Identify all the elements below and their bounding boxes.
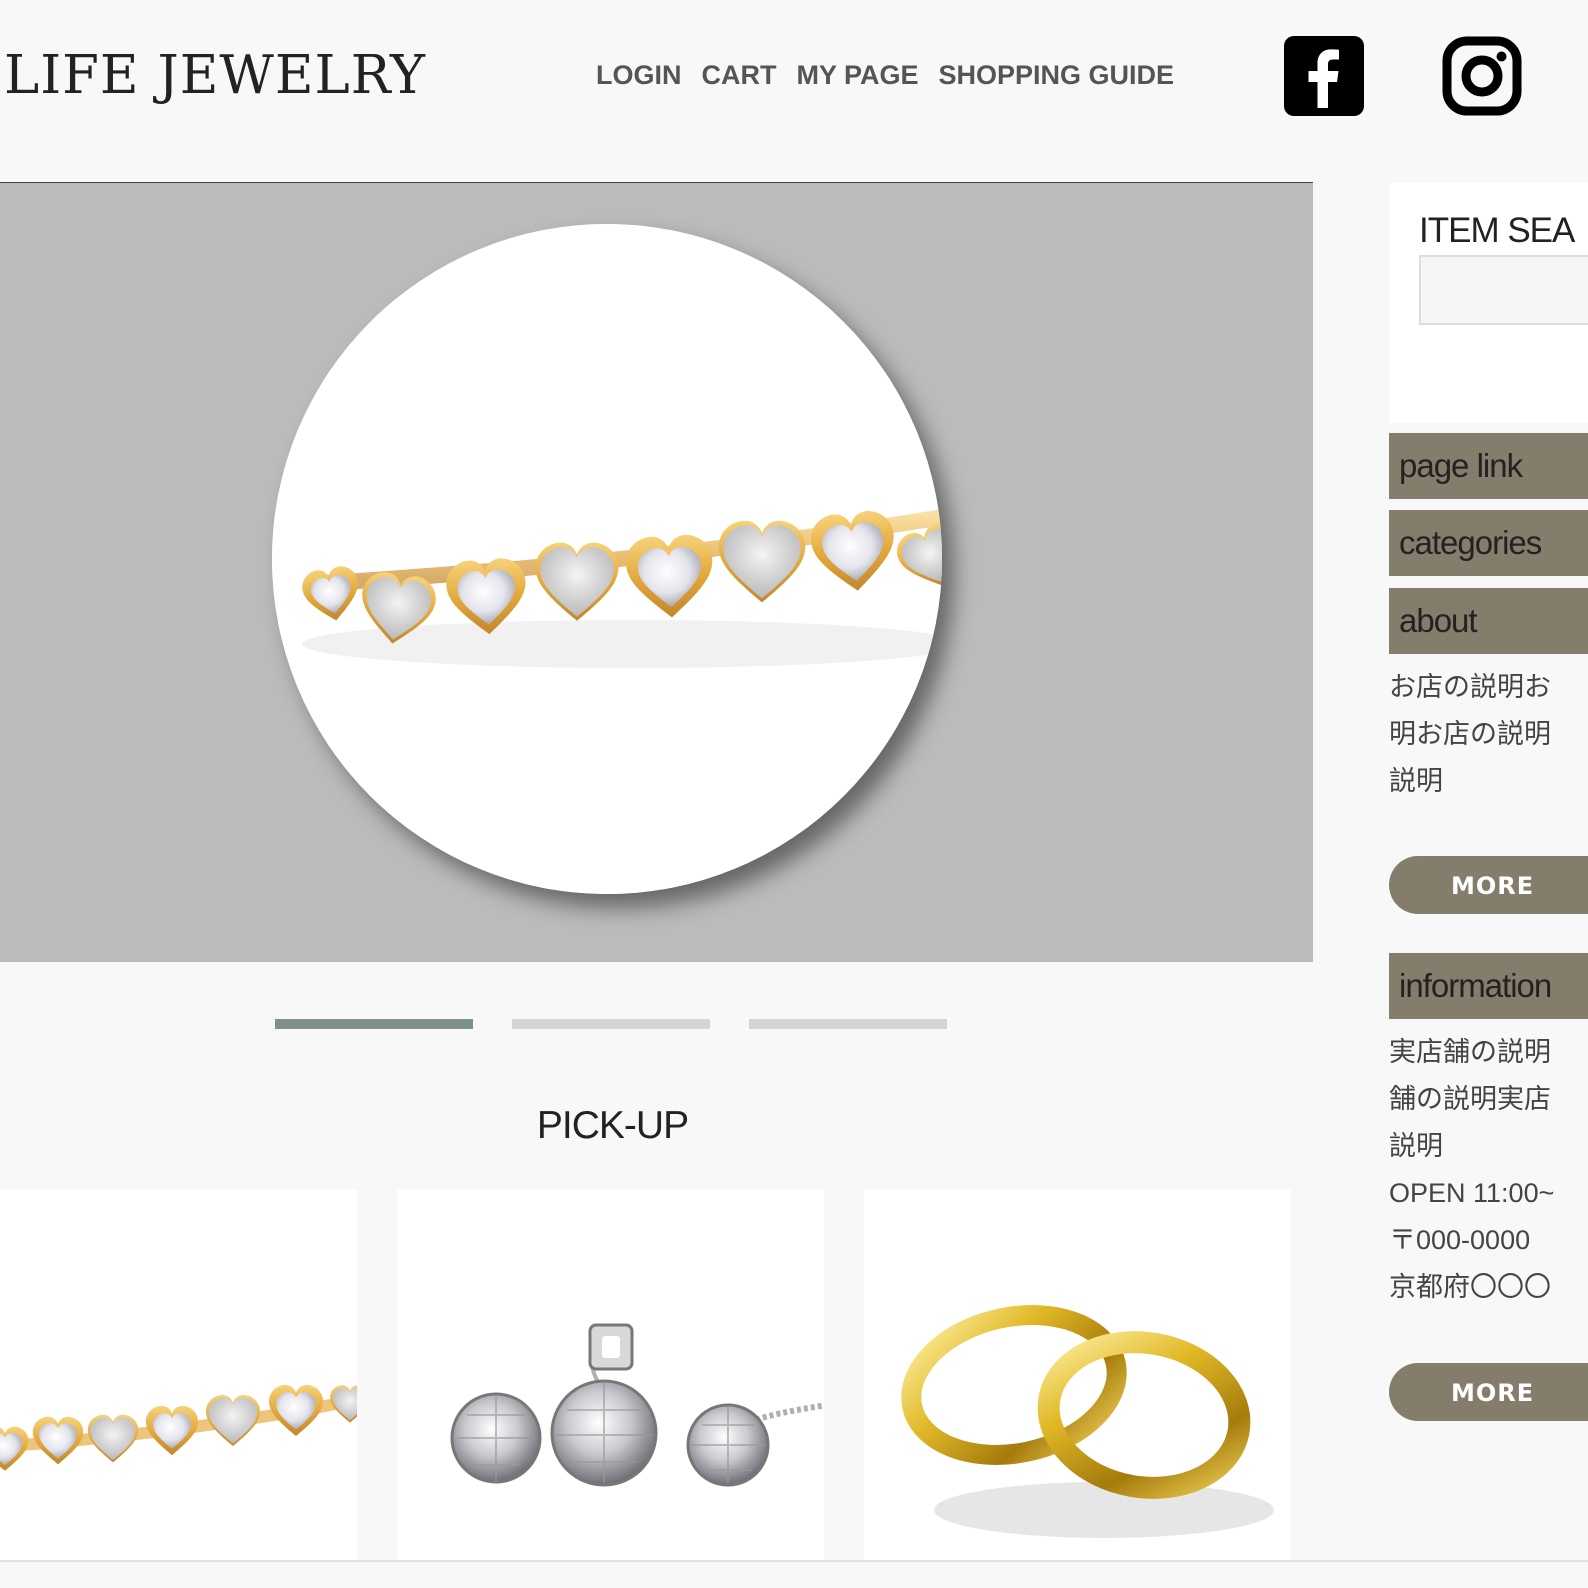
slide-indicator-1[interactable] — [275, 1019, 473, 1029]
slider-indicators — [275, 1019, 947, 1029]
information-line: 説明 — [1389, 1131, 1443, 1161]
about-line: 明お店の説明 — [1389, 719, 1551, 749]
item-search-panel: ITEM SEA — [1389, 183, 1588, 423]
nav-cart[interactable]: CART — [702, 58, 777, 92]
pickup-heading: PICK-UP — [536, 1104, 689, 1147]
nav-shopping-guide[interactable]: SHOPPING GUIDE — [939, 58, 1175, 92]
about-line: お店の説明お — [1389, 672, 1551, 702]
pickup-item-gold-rings[interactable] — [864, 1190, 1291, 1562]
categories-heading[interactable]: categories — [1389, 510, 1588, 576]
pickup-item-bracelet[interactable] — [0, 1190, 357, 1562]
facebook-icon[interactable] — [1284, 36, 1364, 116]
slide-indicator-2[interactable] — [512, 1019, 710, 1029]
instagram-icon[interactable] — [1442, 36, 1522, 116]
information-text: 実店舗の説明 舗の説明実店 説明 OPEN 11:00~ 〒000-0000 京… — [1389, 1029, 1588, 1311]
opening-hours: OPEN 11:00~ — [1389, 1178, 1555, 1208]
information-more-button[interactable]: MORE — [1389, 1363, 1588, 1421]
about-text: お店の説明お 明お店の説明 説明 — [1389, 664, 1588, 805]
nav-login[interactable]: LOGIN — [596, 58, 682, 92]
item-search-title: ITEM SEA — [1419, 211, 1575, 250]
page-link-heading[interactable]: page link — [1389, 433, 1588, 499]
address: 京都府〇〇〇 — [1389, 1272, 1551, 1302]
postal-code: 〒000-0000 — [1389, 1225, 1531, 1255]
item-search-input[interactable] — [1419, 255, 1588, 325]
about-more-button[interactable]: MORE — [1389, 856, 1588, 914]
pickup-item-diamond-set[interactable] — [397, 1190, 824, 1562]
nav-my-page[interactable]: MY PAGE — [797, 58, 919, 92]
about-heading: about — [1389, 588, 1588, 654]
site-logo[interactable]: LIFE JEWELRY — [4, 44, 426, 108]
information-heading: information — [1389, 953, 1588, 1019]
information-line: 舗の説明実店 — [1389, 1084, 1551, 1114]
hero-slider[interactable] — [0, 182, 1313, 962]
slide-indicator-3[interactable] — [749, 1019, 947, 1029]
about-line: 説明 — [1389, 766, 1443, 796]
information-line: 実店舗の説明 — [1389, 1037, 1551, 1067]
main-nav: LOGIN CART MY PAGE SHOPPING GUIDE — [596, 58, 1174, 92]
hero-bracelet-image — [272, 224, 942, 894]
divider — [0, 1560, 1588, 1562]
